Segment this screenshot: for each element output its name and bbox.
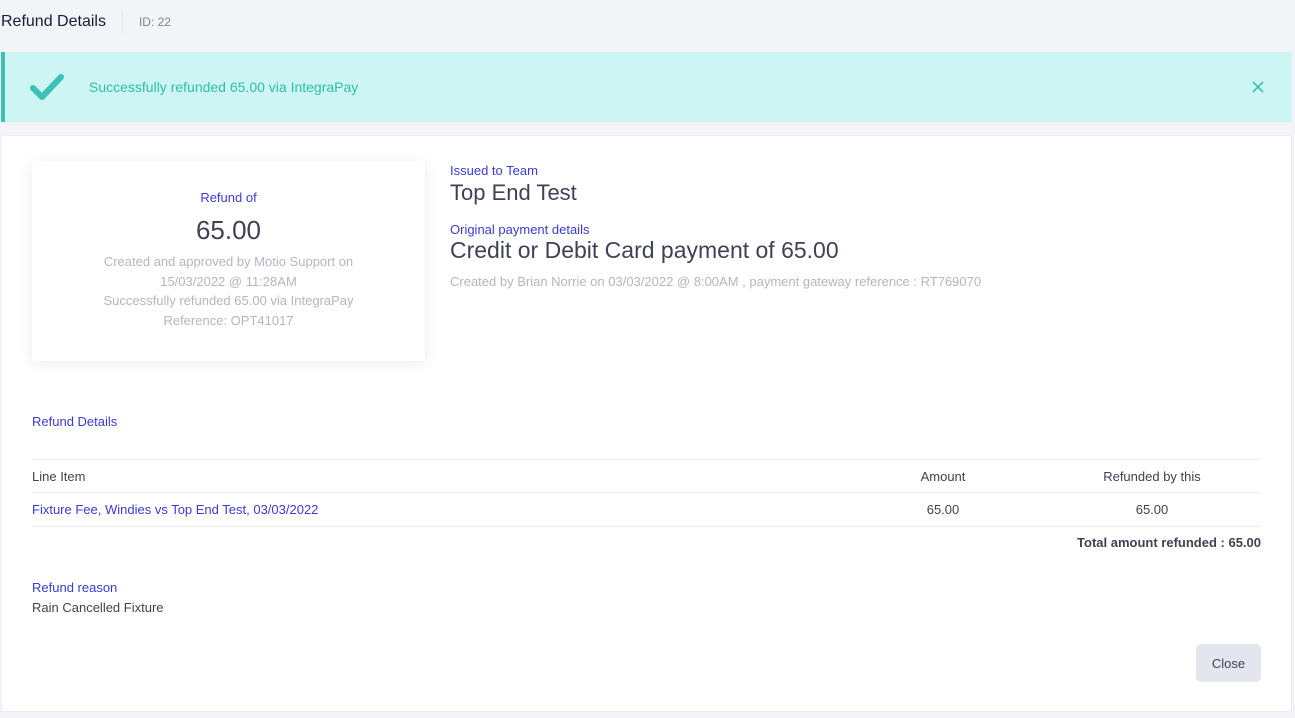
header-divider [121,11,123,33]
page-header: Refund Details ID: 22 [0,0,1295,44]
refund-summary-box: Refund of 65.00 Created and approved by … [32,161,425,361]
refund-amount: 65.00 [195,215,262,245]
issued-to-label: Issued to Team [450,163,538,178]
record-id: ID: 22 [138,15,171,29]
column-line-item: Line Item [32,468,86,484]
refund-reference: Reference: OPT41017 [163,312,294,328]
column-refunded: Refunded by this [1103,468,1201,484]
total-refunded: Total amount refunded : 65.00 [1077,535,1261,550]
success-alert: Successfully refunded 65.00 via IntegraP… [1,52,1292,122]
payment-info: Issued to Team Top End Test Original pay… [450,163,981,289]
alert-message: Successfully refunded 65.00 via IntegraP… [89,79,359,95]
payment-meta: Created by Brian Norrie on 03/03/2022 @ … [450,274,982,289]
close-icon[interactable] [1250,79,1266,95]
refund-reason-label: Refund reason [32,580,118,595]
refund-of-label: Refund of [200,190,257,205]
check-icon [29,72,65,102]
line-item-link[interactable]: Fixture Fee, Windies vs Top End Test, 03… [32,502,843,517]
refund-details-label: Refund Details [32,414,118,429]
page-title: Refund Details [1,13,106,30]
payment-title: Credit or Debit Card payment of 65.00 [450,237,839,263]
refund-created-text: Created and approved by Motio Support on… [103,254,354,289]
refund-reason-text: Rain Cancelled Fixture [32,600,164,615]
table-header: Line Item Amount Refunded by this [32,459,1261,493]
refund-card: Refund of 65.00 Created and approved by … [1,135,1292,712]
column-amount: Amount [920,468,966,484]
line-item-refunded: 65.00 [1135,502,1169,517]
refund-meta: Created and approved by Motio Support on… [32,252,425,330]
close-button[interactable]: Close [1196,644,1261,682]
team-name: Top End Test [450,180,577,205]
refund-status-text: Successfully refunded 65.00 via IntegraP… [103,293,354,308]
line-items-table: Line Item Amount Refunded by this Fixtur… [32,459,1261,550]
original-payment-label: Original payment details [450,222,590,237]
line-item-amount: 65.00 [926,502,960,517]
table-row: Fixture Fee, Windies vs Top End Test, 03… [32,493,1261,527]
